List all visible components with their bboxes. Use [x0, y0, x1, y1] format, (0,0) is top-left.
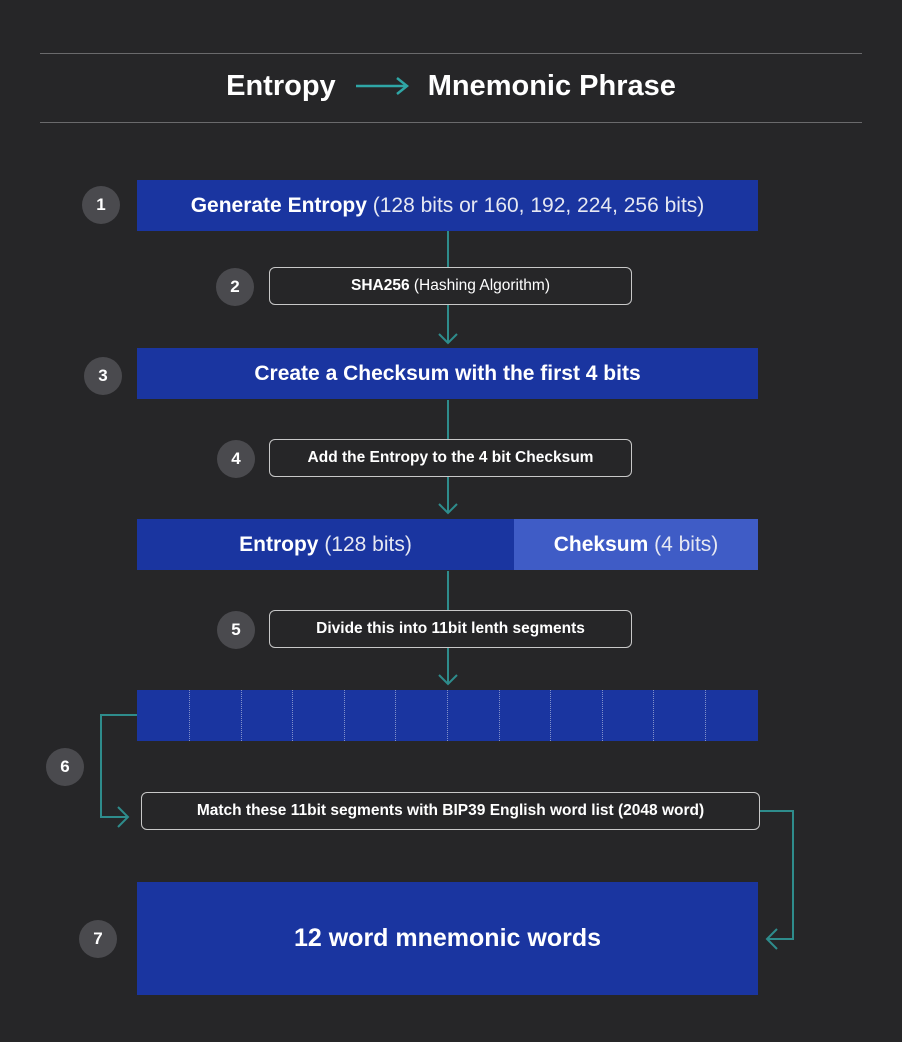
step-5-label: Divide this into 11bit lenth segments — [316, 620, 585, 637]
segment-divider — [653, 690, 655, 741]
entropy-label: Entropy — [239, 532, 319, 556]
segment-divider — [343, 690, 346, 741]
step-2-badge: 2 — [216, 268, 254, 306]
segment-divider — [189, 690, 191, 741]
title-left: Entropy — [226, 69, 336, 102]
step-2-label: SHA256 — [350, 277, 410, 294]
page-title: Entropy Mnemonic Phrase — [0, 64, 902, 108]
segment-divider — [395, 690, 397, 741]
segment-divider — [240, 690, 243, 741]
step-6-badge: 6 — [46, 748, 84, 786]
step-5-badge: 5 — [217, 611, 255, 649]
step-4-badge: 4 — [217, 440, 255, 478]
step-2-sha256: SHA256 (Hashing Algorithm) — [269, 267, 632, 305]
step-1-label: Generate Entropy — [190, 193, 367, 217]
checksum-label: Cheksum — [553, 532, 649, 556]
step-1-badge: 1 — [82, 186, 120, 224]
step-3-badge: 3 — [84, 357, 122, 395]
step-4-add-entropy: Add the Entropy to the 4 bit Checksum — [269, 439, 632, 477]
step-1-generate-entropy: Generate Entropy (128 bits or 160, 192, … — [137, 180, 758, 231]
step-7-mnemonic-words: 12 word mnemonic words — [137, 882, 758, 995]
segment-divider — [550, 690, 552, 741]
step-7-badge: 7 — [79, 920, 117, 958]
title-right: Mnemonic Phrase — [427, 69, 676, 102]
checksum-bits: (4 bits) — [654, 532, 719, 556]
checksum-bar: Cheksum (4 bits) — [514, 519, 758, 570]
step-3-create-checksum: Create a Checksum with the first 4 bits — [137, 348, 758, 399]
step-5-divide: Divide this into 11bit lenth segments — [269, 610, 632, 648]
segment-divider — [498, 690, 501, 741]
entropy-bits: (128 bits) — [324, 532, 412, 556]
entropy-bar: Entropy (128 bits) — [137, 519, 514, 570]
arrow-right-icon — [355, 77, 409, 95]
segment-divider — [601, 690, 604, 741]
segment-divider — [292, 690, 294, 741]
step-2-detail: (Hashing Algorithm) — [413, 277, 550, 294]
step-6-match-wordlist: Match these 11bit segments with BIP39 En… — [141, 792, 760, 830]
segment-divider — [705, 690, 707, 741]
top-rule — [40, 53, 862, 54]
step-7-label: 12 word mnemonic words — [293, 924, 601, 952]
step-4-label: Add the Entropy to the 4 bit Checksum — [307, 449, 594, 466]
segment-divider — [447, 690, 449, 741]
bottom-rule — [40, 122, 862, 123]
step-6-label: Match these 11bit segments with BIP39 En… — [196, 802, 705, 819]
step-3-label: Create a Checksum with the first 4 bits — [254, 361, 641, 385]
step-1-detail: (128 bits or 160, 192, 224, 256 bits) — [372, 193, 705, 217]
